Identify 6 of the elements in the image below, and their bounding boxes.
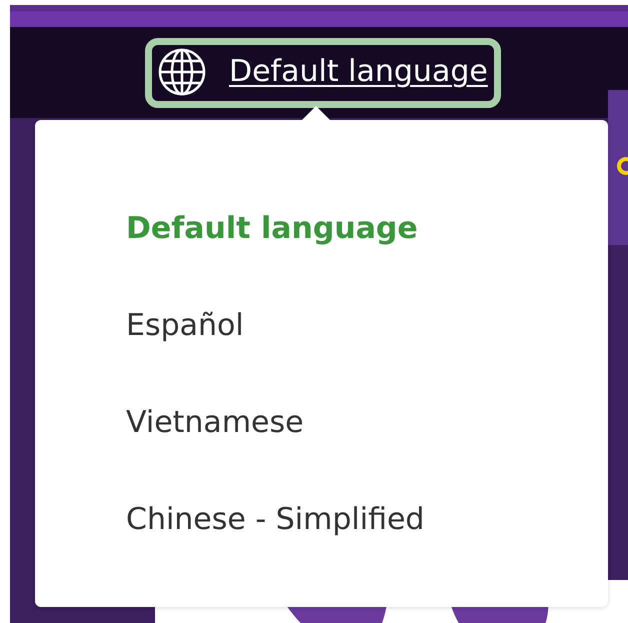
language-option[interactable]: Default language bbox=[126, 180, 418, 277]
language-option[interactable]: Chinese - Simplified bbox=[126, 471, 424, 568]
globe-icon bbox=[157, 46, 207, 96]
language-option[interactable]: Español bbox=[126, 277, 244, 374]
language-option[interactable]: Vietnamese bbox=[126, 374, 304, 471]
language-button[interactable]: Default language bbox=[145, 38, 501, 108]
